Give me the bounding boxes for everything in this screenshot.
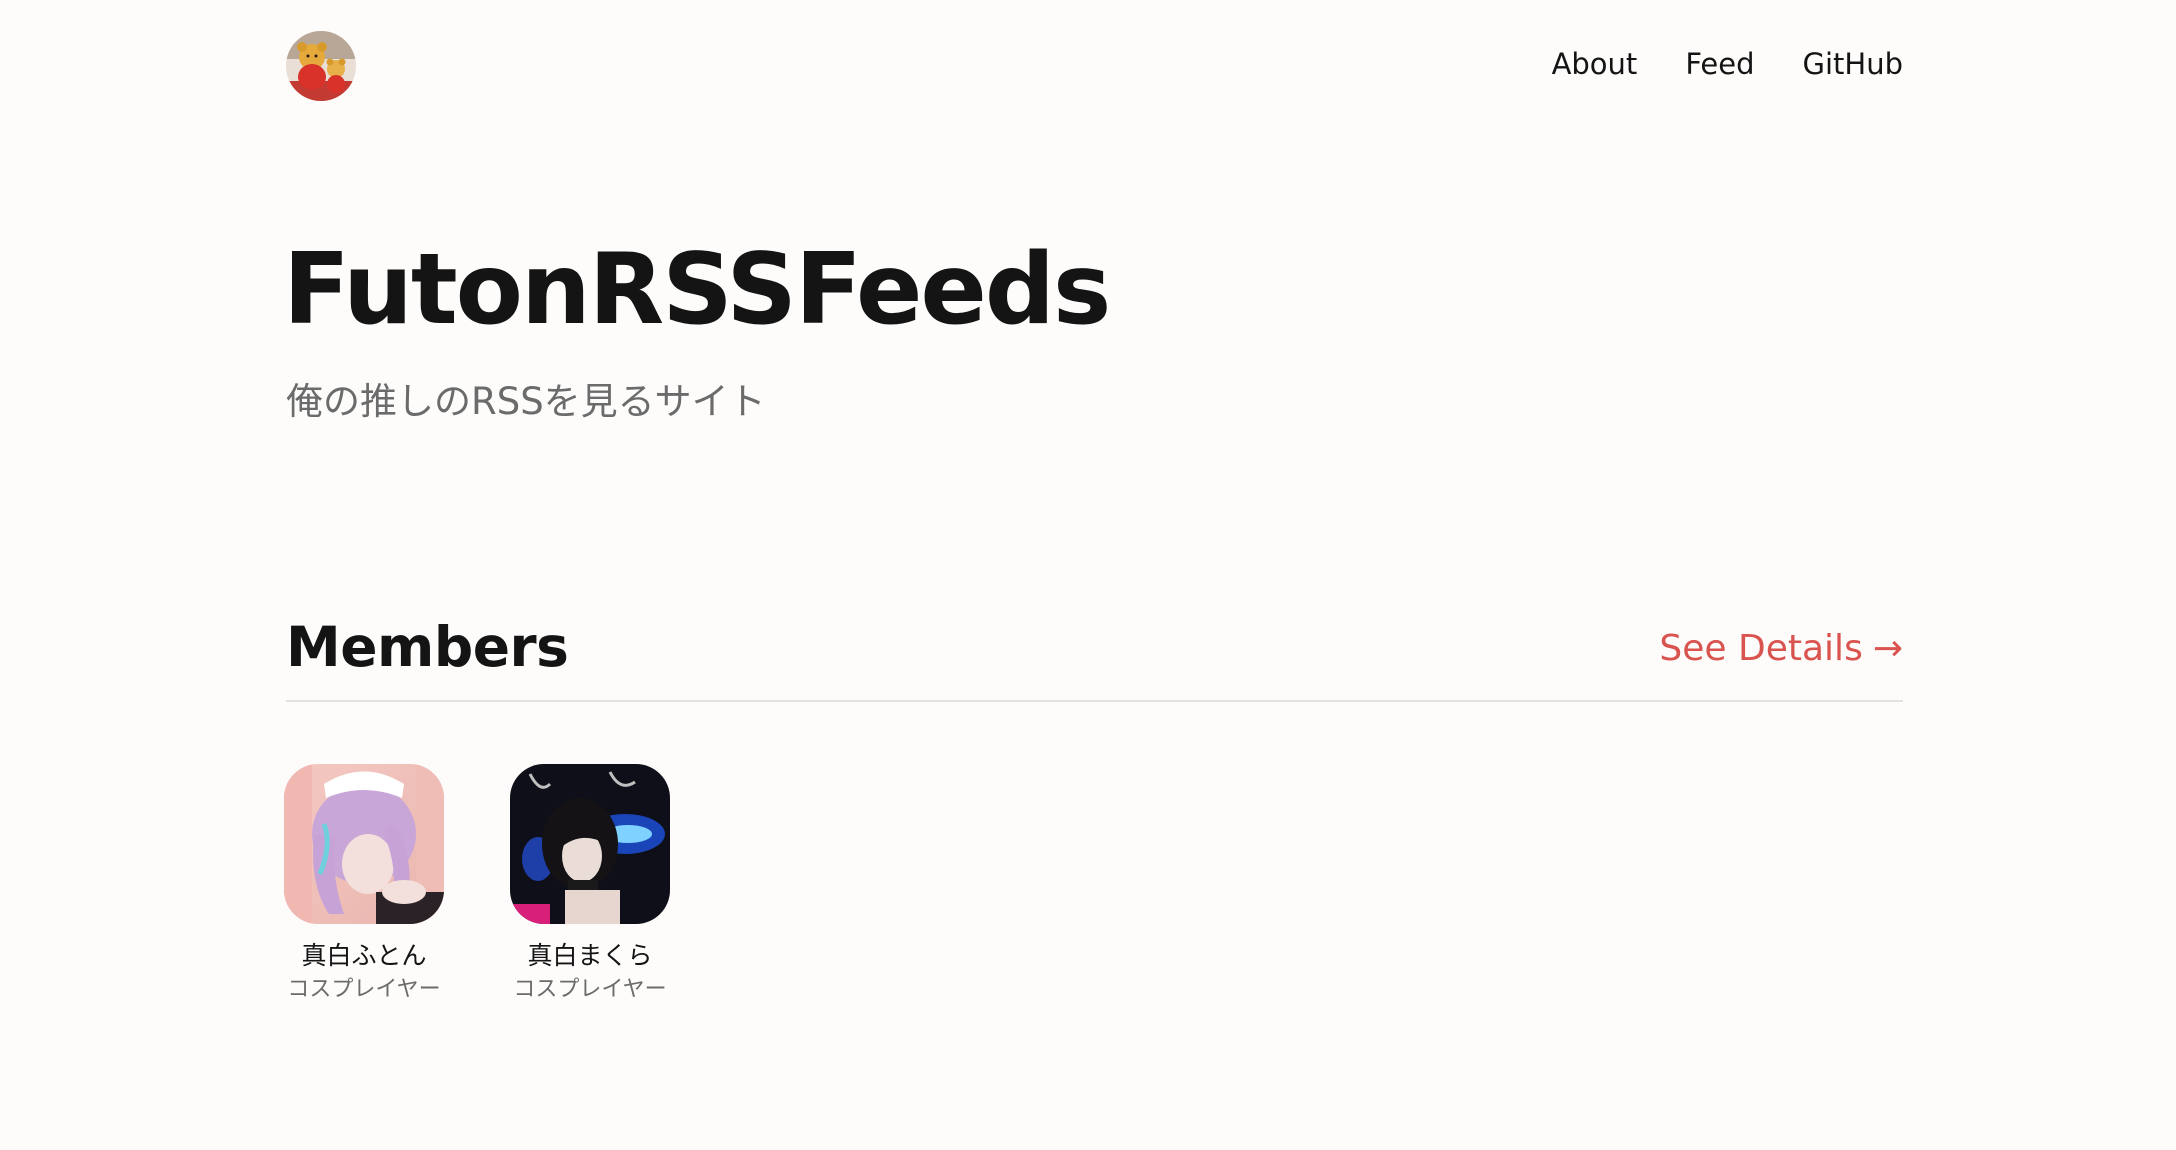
member-card-makura[interactable]: 真白まくら コスプレイヤー (506, 764, 674, 1004)
member-avatar[interactable] (284, 764, 444, 924)
nav-link-about[interactable]: About (1552, 45, 1638, 83)
purple-hair-cosplayer-avatar (284, 764, 444, 924)
nav-link-feed[interactable]: Feed (1685, 45, 1754, 83)
members-section-header: Members See Details → (286, 610, 1903, 702)
site-logo-avatar[interactable] (286, 31, 356, 101)
member-name: 真白まくら (527, 941, 653, 970)
member-role: コスプレイヤー (287, 977, 441, 1002)
member-card-futon[interactable]: 真白ふとん コスプレイヤー (280, 764, 448, 1004)
site-header: About Feed GitHub (286, 31, 1903, 103)
member-role: コスプレイヤー (513, 977, 667, 1002)
members-list: 真白ふとん コスプレイヤー 真白まくら コスプレイヤー (280, 764, 674, 1004)
site-title: FutonRSSFeeds (283, 233, 1111, 347)
member-name: 真白ふとん (301, 941, 427, 970)
nav-link-github[interactable]: GitHub (1803, 45, 1904, 83)
see-details-link[interactable]: See Details → (1659, 626, 1903, 672)
site-subtitle: 俺の推しのRSSを見るサイト (286, 380, 766, 423)
arrow-right-icon: → (1872, 628, 1903, 669)
bear-plush-avatar-icon (286, 31, 356, 101)
see-details-label: See Details (1659, 628, 1863, 669)
member-avatar[interactable] (510, 764, 670, 924)
members-section-title: Members (286, 615, 569, 679)
main-nav: About Feed GitHub (1552, 45, 1903, 83)
dark-hair-cosplayer-avatar (510, 764, 670, 924)
